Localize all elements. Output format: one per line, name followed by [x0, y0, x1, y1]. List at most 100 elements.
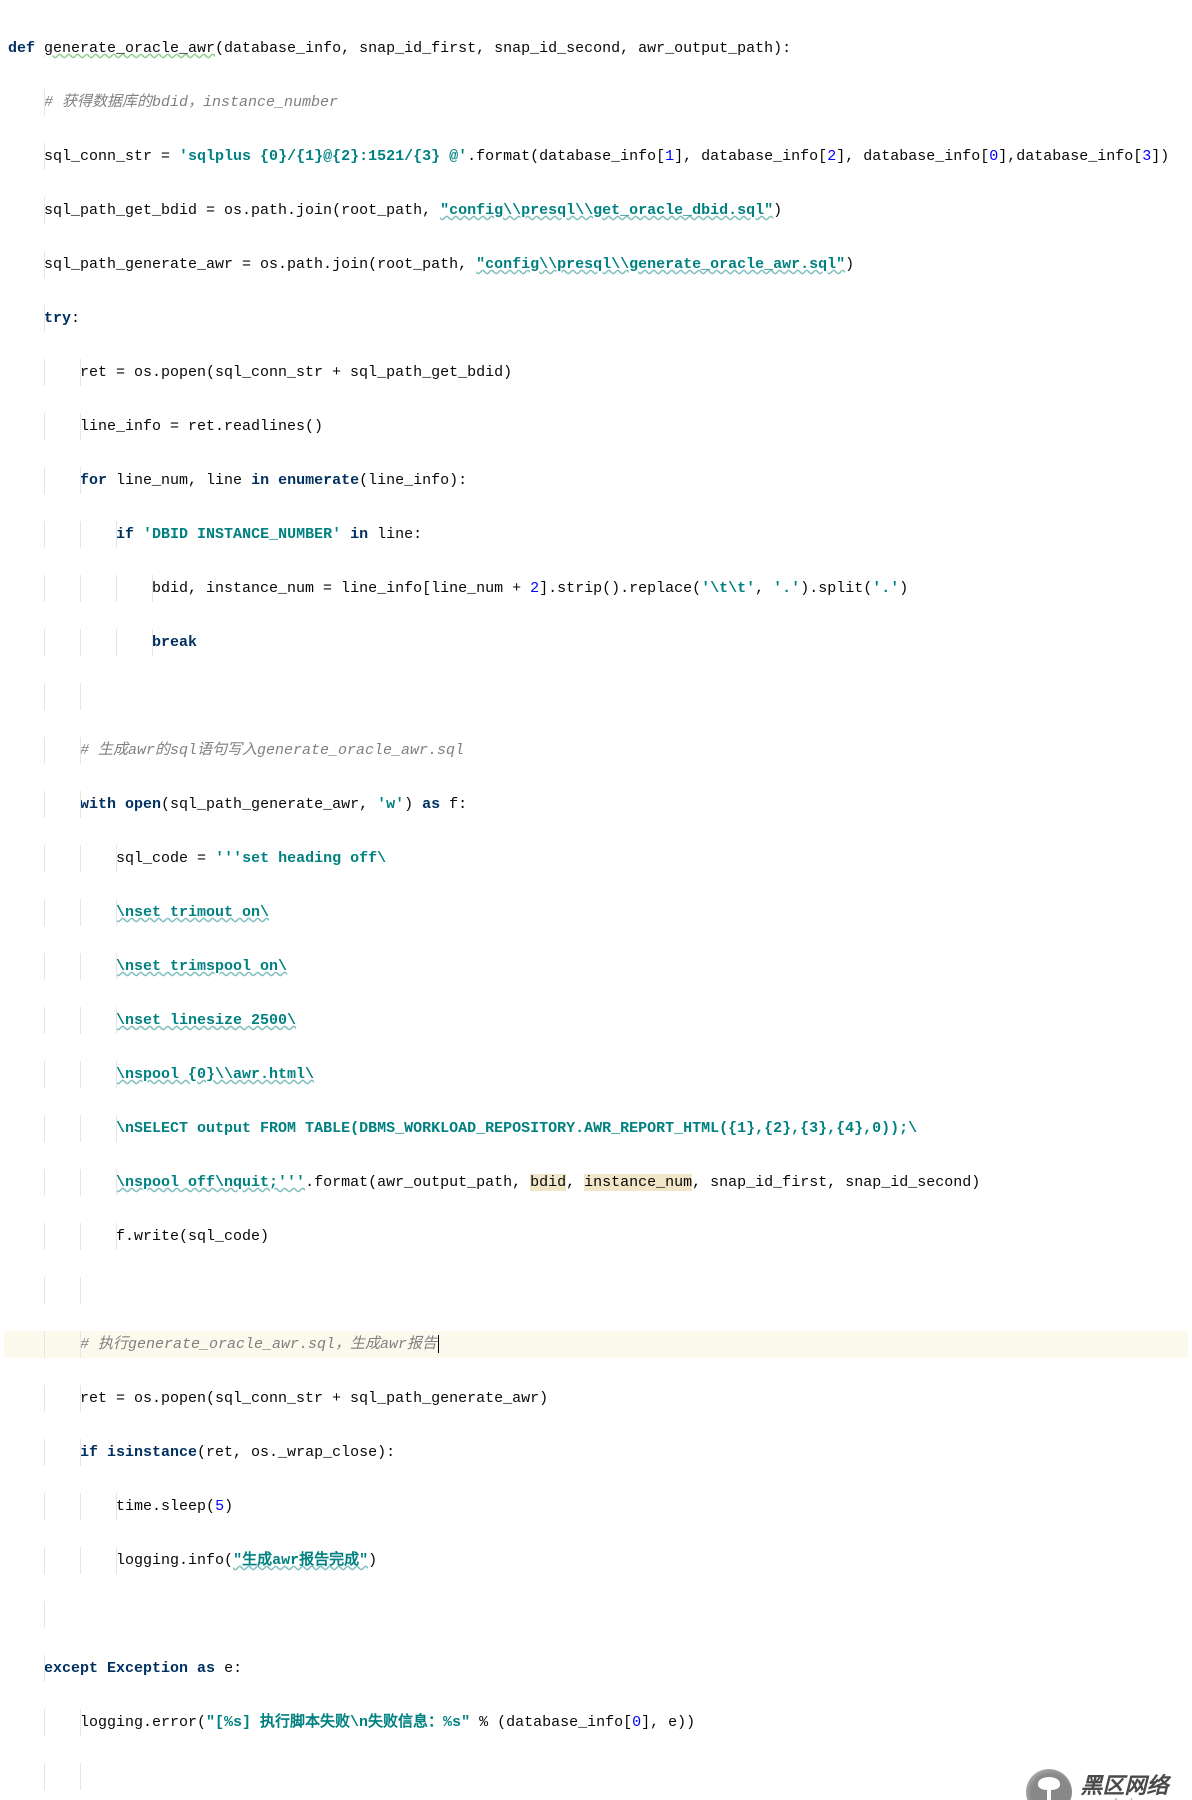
- text: ).split(: [800, 580, 872, 597]
- text: e:: [224, 1660, 242, 1677]
- kw-break: break: [152, 634, 197, 651]
- string: \nSELECT output FROM TABLE(DBMS_WORKLOAD…: [116, 1120, 917, 1137]
- string: "生成awr报告完成": [233, 1552, 368, 1569]
- text: ,: [566, 1174, 584, 1191]
- kw-for: for: [80, 472, 116, 489]
- string: '.': [773, 580, 800, 597]
- code-line: ret = os.popen(sql_conn_str + sql_path_g…: [4, 1385, 1188, 1412]
- text: time.sleep(: [116, 1498, 215, 1515]
- text: (line_info):: [359, 472, 467, 489]
- comment: # 执行generate_oracle_awr.sql，生成awr报告: [80, 1336, 439, 1353]
- text: (ret, os._wrap_close):: [197, 1444, 395, 1461]
- text: ): [224, 1498, 233, 1515]
- code-line: bdid, instance_num = line_info[line_num …: [4, 575, 1188, 602]
- text: logging.error(: [80, 1714, 206, 1731]
- params: (database_info, snap_id_first, snap_id_s…: [215, 40, 791, 57]
- text: ],database_info[: [998, 148, 1142, 165]
- text: f:: [449, 796, 467, 813]
- code-line: # 获得数据库的bdid，instance_number: [4, 89, 1188, 116]
- code-block: def generate_oracle_awr(database_info, s…: [0, 0, 1192, 1800]
- text: line_info = ret.readlines(): [80, 418, 323, 435]
- watermark-title: 黑区网络: [1080, 1774, 1178, 1797]
- string: 'w': [377, 796, 404, 813]
- kw-if: if: [80, 1444, 107, 1461]
- string: 'DBID INSTANCE_NUMBER': [143, 526, 350, 543]
- code-line: if isinstance(ret, os._wrap_close):: [4, 1439, 1188, 1466]
- text: ].strip().replace(: [539, 580, 701, 597]
- kw-in: in: [251, 472, 278, 489]
- kw-if: if: [116, 526, 143, 543]
- kw-try: try: [44, 310, 71, 327]
- comment: # 获得数据库的bdid，instance_number: [44, 94, 338, 111]
- watermark: 黑区网络 www.heiqu.com: [1026, 1769, 1178, 1800]
- text: (sql_path_generate_awr,: [161, 796, 377, 813]
- text: line_num, line: [116, 472, 251, 489]
- code-line: logging.info("生成awr报告完成"): [4, 1547, 1188, 1574]
- code-line: line_info = ret.readlines(): [4, 413, 1188, 440]
- string: "config\\presql\\get_oracle_dbid.sql": [440, 202, 773, 219]
- builtin: enumerate: [278, 472, 359, 489]
- code-line: sql_path_generate_awr = os.path.join(roo…: [4, 251, 1188, 278]
- text: line:: [377, 526, 422, 543]
- builtin: open: [125, 796, 161, 813]
- code-line: [4, 1601, 1188, 1628]
- text: ): [845, 256, 854, 273]
- code-line: ret = os.popen(sql_conn_str + sql_path_g…: [4, 359, 1188, 386]
- code-line: try:: [4, 305, 1188, 332]
- text: ,: [755, 580, 773, 597]
- number: 1: [665, 148, 674, 165]
- text: ): [773, 202, 782, 219]
- var-highlight: instance_num: [584, 1174, 692, 1191]
- code-line: if 'DBID INSTANCE_NUMBER' in line:: [4, 521, 1188, 548]
- string: "config\\presql\\generate_oracle_awr.sql…: [476, 256, 845, 273]
- text: sql_conn_str =: [44, 148, 179, 165]
- code-line: \nspool off\nquit;'''.format(awr_output_…: [4, 1169, 1188, 1196]
- number: 5: [215, 1498, 224, 1515]
- text: :: [71, 310, 80, 327]
- text: ): [368, 1552, 377, 1569]
- var-highlight: bdid: [530, 1174, 566, 1191]
- code-line: \nspool {0}\\awr.html\: [4, 1061, 1188, 1088]
- code-line: def generate_oracle_awr(database_info, s…: [4, 35, 1188, 62]
- number: 2: [530, 580, 539, 597]
- text: , snap_id_first, snap_id_second): [692, 1174, 980, 1191]
- string: '\t\t': [701, 580, 755, 597]
- text: .format(awr_output_path,: [305, 1174, 530, 1191]
- builtin: isinstance: [107, 1444, 197, 1461]
- text: logging.info(: [116, 1552, 233, 1569]
- text: ): [404, 796, 422, 813]
- string: \nset trimout on\: [116, 904, 269, 921]
- code-line: sql_path_get_bdid = os.path.join(root_pa…: [4, 197, 1188, 224]
- number: 2: [827, 148, 836, 165]
- string: "[%s] 执行脚本失败\n失败信息：%s": [206, 1714, 470, 1731]
- code-line: \nSELECT output FROM TABLE(DBMS_WORKLOAD…: [4, 1115, 1188, 1142]
- text: ], database_info[: [836, 148, 989, 165]
- code-line: f.write(sql_code): [4, 1223, 1188, 1250]
- code-line: except Exception as e:: [4, 1655, 1188, 1682]
- comment: # 生成awr的sql语句写入generate_oracle_awr.sql: [80, 742, 464, 759]
- code-line: # 生成awr的sql语句写入generate_oracle_awr.sql: [4, 737, 1188, 764]
- watermark-url: www.heiqu.com: [1080, 1797, 1178, 1800]
- code-line: \nset trimout on\: [4, 899, 1188, 926]
- kw-in: in: [350, 526, 377, 543]
- text: ret = os.popen(sql_conn_str + sql_path_g…: [80, 364, 512, 381]
- string: '.': [872, 580, 899, 597]
- code-line: \nset linesize 2500\: [4, 1007, 1188, 1034]
- text: ): [899, 580, 908, 597]
- number: 3: [1142, 148, 1151, 165]
- kw-as: as: [197, 1660, 224, 1677]
- code-line: [4, 1277, 1188, 1304]
- text: ], database_info[: [674, 148, 827, 165]
- text: ], e)): [641, 1714, 695, 1731]
- number: 0: [632, 1714, 641, 1731]
- text: % (database_info[: [470, 1714, 632, 1731]
- string: \nset linesize 2500\: [116, 1012, 296, 1029]
- string: '''set heading off\: [215, 850, 386, 867]
- code-line: with open(sql_path_generate_awr, 'w') as…: [4, 791, 1188, 818]
- string: \nspool off\nquit;''': [116, 1174, 305, 1191]
- code-line: [4, 1763, 1188, 1790]
- text: .format(database_info[: [467, 148, 665, 165]
- kw-def: def: [8, 40, 44, 57]
- kw-except: except: [44, 1660, 107, 1677]
- text: bdid, instance_num = line_info[line_num …: [152, 580, 530, 597]
